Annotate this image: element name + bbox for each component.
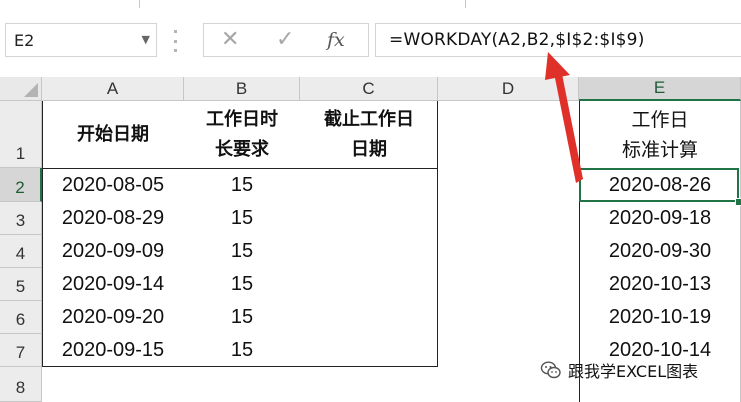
header-workday-req-line1: 工作日时 (206, 108, 278, 130)
cell-c1[interactable]: 截止工作日 日期 (300, 101, 438, 168)
cell-b1[interactable]: 工作日时 长要求 (184, 101, 300, 168)
column-header-b[interactable]: B (184, 77, 300, 101)
cell-a7[interactable]: 2020-09-15 (42, 334, 184, 367)
formula-text: =WORKDAY(A2,B2,$I$2:$I$9) (389, 30, 645, 50)
row-header-3[interactable]: 3 (0, 202, 42, 235)
fill-handle[interactable] (735, 198, 741, 206)
cell-b7[interactable]: 15 (184, 334, 300, 367)
formula-bar: E2 ▼ ✕ ✓ fx =WORKDAY(A2,B2,$I$2:$I$9) (0, 12, 741, 72)
header-divider (42, 168, 438, 169)
watermark-text: 跟我学EXCEL图表 (568, 362, 699, 381)
row-header-2[interactable]: 2 (0, 168, 42, 202)
cell-e5[interactable]: 2020-10-13 (580, 268, 740, 301)
header-workday-req-line2: 长要求 (215, 138, 269, 160)
cell-b4[interactable]: 15 (184, 235, 300, 268)
cell-b3[interactable]: 15 (184, 202, 300, 235)
column-header-e[interactable]: E (579, 77, 741, 101)
cell-b6[interactable]: 15 (184, 301, 300, 334)
cell-b5[interactable]: 15 (184, 268, 300, 301)
header-standard-line1: 工作日 (631, 108, 689, 131)
wechat-logo-icon (540, 361, 561, 379)
select-all-button[interactable] (0, 77, 42, 101)
name-box[interactable]: E2 ▼ (5, 23, 157, 57)
cell-e4[interactable]: 2020-09-30 (580, 235, 740, 268)
row-header-1[interactable]: 1 (0, 101, 42, 168)
header-start-date: 开始日期 (77, 123, 149, 145)
cell-e2[interactable]: 2020-08-26 (580, 168, 740, 202)
row-header-5[interactable]: 5 (0, 268, 42, 301)
cancel-x-icon[interactable]: ✕ (221, 28, 239, 52)
column-header-c[interactable]: C (300, 77, 438, 101)
column-header-a[interactable]: A (42, 77, 184, 101)
row-header-8[interactable]: 8 (0, 367, 42, 402)
header-standard-line2: 标准计算 (621, 138, 698, 161)
header-deadline-line2: 日期 (351, 138, 387, 160)
cell-e6[interactable]: 2020-10-19 (580, 301, 740, 334)
select-all-triangle-icon (24, 83, 38, 97)
row-header-7[interactable]: 7 (0, 334, 42, 367)
cell-e3[interactable]: 2020-09-18 (580, 202, 740, 235)
cell-a3[interactable]: 2020-08-29 (42, 202, 184, 235)
ribbon-strip (0, 0, 741, 12)
chevron-down-icon[interactable]: ▼ (142, 33, 150, 46)
cell-a2[interactable]: 2020-08-05 (42, 168, 184, 202)
cell-a4[interactable]: 2020-09-09 (42, 235, 184, 268)
row-header-4[interactable]: 4 (0, 235, 42, 268)
cell-a5[interactable]: 2020-09-14 (42, 268, 184, 301)
formula-buttons: ✕ ✓ fx (203, 23, 369, 57)
name-box-value: E2 (14, 31, 35, 50)
column-header-d[interactable]: D (438, 77, 579, 101)
row-header-6[interactable]: 6 (0, 301, 42, 334)
drag-handle-icon[interactable] (174, 30, 178, 52)
cell-a1[interactable]: 开始日期 (42, 101, 184, 168)
ribbon-separator (139, 0, 140, 8)
header-deadline-line1: 截止工作日 (324, 108, 414, 130)
watermark: 跟我学EXCEL图表 (540, 357, 698, 383)
ribbon-separator (465, 0, 466, 8)
checkmark-icon[interactable]: ✓ (276, 28, 294, 52)
cell-e1[interactable]: 工作日 标准计算 (580, 101, 740, 168)
insert-function-button[interactable]: fx (327, 28, 345, 52)
cell-a6[interactable]: 2020-09-20 (42, 301, 184, 334)
cell-b2[interactable]: 15 (184, 168, 300, 202)
formula-input[interactable]: =WORKDAY(A2,B2,$I$2:$I$9) (375, 23, 741, 57)
